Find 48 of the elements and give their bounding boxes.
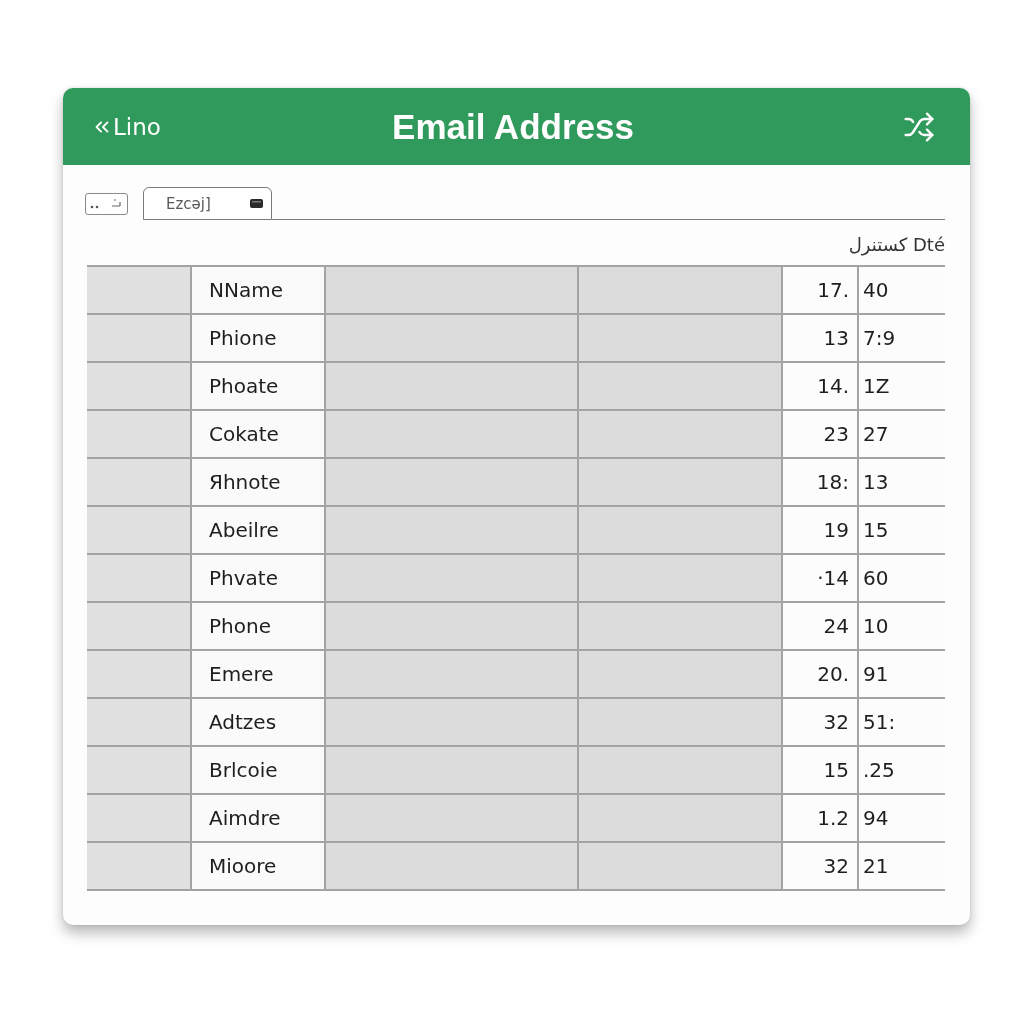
table-cell: 1.2	[782, 794, 858, 842]
block-icon	[250, 199, 263, 208]
table-cell: 24	[782, 602, 858, 650]
back-link[interactable]: Lino	[91, 113, 161, 140]
table-cell: Phoate	[191, 362, 325, 410]
table-cell: Mioore	[191, 842, 325, 890]
table-cell: Phvate	[191, 554, 325, 602]
table-cell: Phione	[191, 314, 325, 362]
table-cell: 91	[858, 650, 945, 698]
table-cell: .25	[858, 746, 945, 794]
table-cell: 51:	[858, 698, 945, 746]
table-cell: 10	[858, 602, 945, 650]
text-field[interactable]: Ezcəj]	[143, 187, 272, 220]
table-cell: 20.	[782, 650, 858, 698]
table-cell: 32	[782, 698, 858, 746]
table-cell: 13	[782, 314, 858, 362]
table-cell: 19	[782, 506, 858, 554]
table-cell: Phone	[191, 602, 325, 650]
table-cell: 15	[858, 506, 945, 554]
table-cell: Aimdre	[191, 794, 325, 842]
shuffle-button[interactable]	[903, 110, 935, 143]
table-cell: ·14	[782, 554, 858, 602]
table-cell: 21	[858, 842, 945, 890]
table-cell: NName	[191, 266, 325, 314]
table-cell: Adtzes	[191, 698, 325, 746]
table-cell: 27	[858, 410, 945, 458]
table-cell: Emere	[191, 650, 325, 698]
table-cell: 17.	[782, 266, 858, 314]
shuffle-icon	[903, 110, 935, 143]
table-cell: 15	[782, 746, 858, 794]
small-button[interactable]	[85, 192, 128, 215]
marks-icon	[90, 197, 123, 210]
column-header: كستنرل Dté	[848, 233, 945, 257]
table-cell: Abeilre	[191, 506, 325, 554]
table-cell: Brlcoie	[191, 746, 325, 794]
table-cell: 40	[858, 266, 945, 314]
table-cell: 94	[858, 794, 945, 842]
table-cell: 32	[782, 842, 858, 890]
table-cell: 7:9	[858, 314, 945, 362]
window-title: Email Address	[392, 106, 634, 147]
table-cell: 23	[782, 410, 858, 458]
table-cell: 60	[858, 554, 945, 602]
table-cell: Cokate	[191, 410, 325, 458]
table-cell: 14.	[782, 362, 858, 410]
table-cell: Яhnote	[191, 458, 325, 506]
table-cell: 18:	[782, 458, 858, 506]
table-cell: 1Z	[858, 362, 945, 410]
table-cell: 13	[858, 458, 945, 506]
